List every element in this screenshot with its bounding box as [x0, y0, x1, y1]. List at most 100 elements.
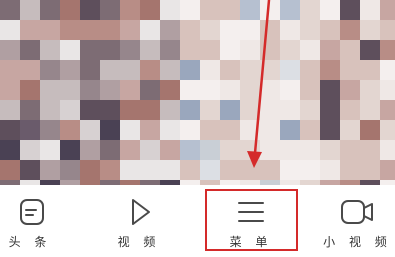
- mosaic-tile: [280, 140, 300, 160]
- mosaic-tile: [240, 0, 260, 20]
- mosaic-tile: [320, 0, 340, 20]
- mosaic-tile: [280, 40, 300, 60]
- mosaic-tile: [220, 0, 240, 20]
- mosaic-tile: [100, 40, 120, 60]
- mosaic-tile: [80, 100, 100, 120]
- mosaic-tile: [340, 140, 360, 160]
- bottom-tab-bar: 头 条 视 频 菜 单 小 视 频: [0, 185, 395, 257]
- mosaic-tile: [240, 160, 260, 180]
- tab-video[interactable]: 视 频: [100, 185, 178, 257]
- mosaic-tile: [240, 60, 260, 80]
- mosaic-tile: [300, 60, 320, 80]
- video-camera-icon: [340, 195, 376, 231]
- mosaic-tile: [180, 60, 200, 80]
- mosaic-tile: [60, 60, 80, 80]
- mosaic-tile: [260, 20, 280, 40]
- mosaic-tile: [260, 100, 280, 120]
- mosaic-tile: [280, 20, 300, 40]
- mosaic-tile: [60, 40, 80, 60]
- mosaic-tile: [80, 0, 100, 20]
- mosaic-tile: [340, 60, 360, 80]
- mosaic-tile: [360, 40, 380, 60]
- mosaic-tile: [80, 80, 100, 100]
- mosaic-tile: [60, 80, 80, 100]
- mosaic-tile: [80, 160, 100, 180]
- mosaic-tile: [320, 100, 340, 120]
- mosaic-tile: [20, 0, 40, 20]
- mosaic-tile: [220, 100, 240, 120]
- mosaic-tile: [300, 80, 320, 100]
- mosaic-tile: [320, 160, 340, 180]
- mosaic-tile: [140, 140, 160, 160]
- mosaic-tile: [40, 40, 60, 60]
- mosaic-tile: [0, 20, 20, 40]
- mosaic-tile: [140, 0, 160, 20]
- mosaic-tile: [40, 160, 60, 180]
- mosaic-tile: [0, 120, 20, 140]
- mosaic-tile: [340, 120, 360, 140]
- mosaic-tile: [280, 160, 300, 180]
- mosaic-tile: [120, 140, 140, 160]
- mosaic-tile: [80, 120, 100, 140]
- mosaic-tile: [160, 0, 180, 20]
- mosaic-tile: [260, 40, 280, 60]
- play-icon: [121, 195, 157, 231]
- mosaic-tile: [120, 100, 140, 120]
- mosaic-tile: [320, 120, 340, 140]
- mosaic-tile: [340, 160, 360, 180]
- mosaic-tile: [160, 60, 180, 80]
- mosaic-tile: [180, 80, 200, 100]
- mosaic-tile: [200, 20, 220, 40]
- mosaic-tile: [260, 80, 280, 100]
- app-screen: 头 条 视 频 菜 单 小 视 频: [0, 0, 395, 257]
- mosaic-tile: [220, 20, 240, 40]
- mosaic-tile: [200, 0, 220, 20]
- mosaic-tile: [220, 160, 240, 180]
- mosaic-tile: [60, 20, 80, 40]
- mosaic-tile: [340, 80, 360, 100]
- mosaic-tile: [300, 100, 320, 120]
- mosaic-tile: [280, 60, 300, 80]
- mosaic-tile: [220, 120, 240, 140]
- mosaic-tile: [100, 0, 120, 20]
- mosaic-tile: [360, 100, 380, 120]
- mosaic-tile: [300, 160, 320, 180]
- mosaic-tile: [240, 40, 260, 60]
- mosaic-tile: [140, 160, 160, 180]
- mosaic-tile: [40, 80, 60, 100]
- tab-small-video[interactable]: 小 视 频: [320, 185, 395, 257]
- mosaic-tile: [300, 40, 320, 60]
- mosaic-tile: [200, 120, 220, 140]
- mosaic-tile: [0, 140, 20, 160]
- mosaic-tile: [380, 120, 395, 140]
- mosaic-tile: [20, 140, 40, 160]
- mosaic-tile: [260, 160, 280, 180]
- mosaic-tile: [300, 0, 320, 20]
- mosaic-tile: [260, 120, 280, 140]
- mosaic-tile: [0, 80, 20, 100]
- mosaic-tile: [140, 40, 160, 60]
- mosaic-tile: [320, 140, 340, 160]
- mosaic-tile: [260, 0, 280, 20]
- tab-small-video-label: 小 视 频: [323, 235, 392, 249]
- tab-video-label: 视 频: [117, 235, 161, 249]
- mosaic-tile: [40, 20, 60, 40]
- mosaic-tile: [100, 80, 120, 100]
- mosaic-tile: [340, 20, 360, 40]
- mosaic-tile: [160, 140, 180, 160]
- mosaic-tile: [160, 20, 180, 40]
- mosaic-tile: [380, 80, 395, 100]
- mosaic-tile: [120, 20, 140, 40]
- mosaic-tile: [80, 20, 100, 40]
- mosaic-tile: [340, 40, 360, 60]
- mosaic-tile: [180, 100, 200, 120]
- mosaic-tile: [20, 60, 40, 80]
- mosaic-tile: [260, 140, 280, 160]
- tab-toutiao[interactable]: 头 条: [0, 185, 60, 257]
- mosaic-tile: [200, 60, 220, 80]
- mosaic-tile: [380, 0, 395, 20]
- mosaic-tile: [220, 140, 240, 160]
- mosaic-tile: [60, 100, 80, 120]
- mosaic-tile: [20, 160, 40, 180]
- mosaic-tile: [280, 80, 300, 100]
